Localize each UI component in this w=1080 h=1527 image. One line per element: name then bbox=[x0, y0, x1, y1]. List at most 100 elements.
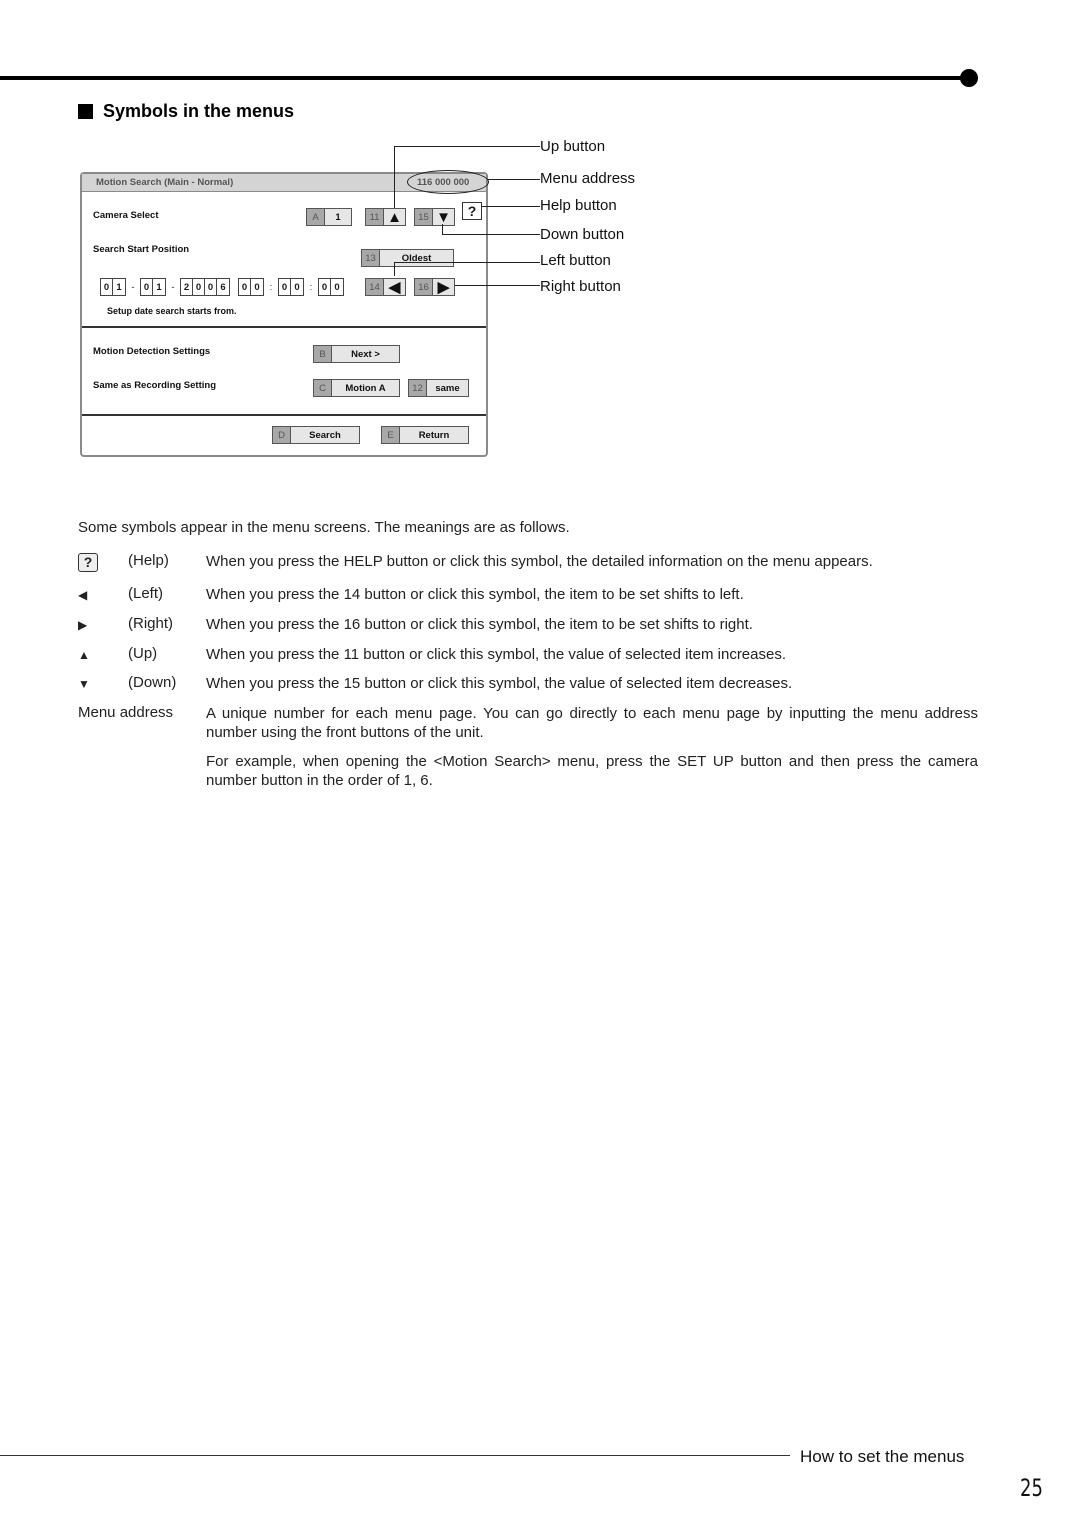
hour-field[interactable]: 00 bbox=[238, 278, 264, 296]
digit: 0 bbox=[334, 281, 340, 293]
search-start-button[interactable]: 13 Oldest bbox=[361, 249, 454, 267]
button-value: Return bbox=[418, 429, 450, 441]
symbol-description: When you press the 11 button or click th… bbox=[206, 646, 787, 663]
button-key: A bbox=[307, 209, 325, 225]
help-icon: ? bbox=[78, 552, 100, 572]
section-title: Symbols in the menus bbox=[103, 101, 295, 121]
button-value: 1 bbox=[335, 211, 341, 223]
top-rule-dot bbox=[960, 69, 978, 87]
callout-line-up bbox=[394, 146, 540, 147]
down-button[interactable]: 15 ▼ bbox=[414, 208, 455, 226]
menu-title: Motion Search (Main - Normal) bbox=[96, 177, 234, 188]
year-field[interactable]: 2006 bbox=[180, 278, 230, 296]
digit: 0 bbox=[193, 279, 205, 295]
down-triangle-icon: ▼ bbox=[78, 677, 90, 691]
callout-line-down bbox=[442, 224, 443, 234]
right-button[interactable]: 16 ▶ bbox=[414, 278, 455, 296]
motion-detection-label: Motion Detection Settings bbox=[93, 346, 211, 357]
button-value: Oldest bbox=[401, 252, 432, 264]
left-arrow-icon: ◀ bbox=[388, 279, 401, 296]
callout-menu-address: Menu address bbox=[540, 170, 636, 187]
up-arrow-icon: ▲ bbox=[387, 208, 402, 226]
menu-divider bbox=[82, 326, 486, 328]
callout-up-button: Up button bbox=[540, 138, 606, 155]
callout-right-button: Right button bbox=[540, 278, 621, 295]
down-arrow-icon: ▼ bbox=[436, 208, 451, 226]
symbol-name: (Left) bbox=[128, 585, 164, 602]
separator: - bbox=[131, 281, 135, 293]
menu-divider bbox=[82, 414, 486, 416]
search-start-label: Search Start Position bbox=[93, 244, 190, 255]
menu-title-bar: Motion Search (Main - Normal) 116 000 00… bbox=[82, 170, 489, 194]
digit: 0 bbox=[239, 279, 251, 295]
digit: 6 bbox=[220, 281, 226, 293]
callout-line-help bbox=[481, 206, 540, 207]
search-button[interactable]: D Search bbox=[272, 426, 360, 444]
button-key: B bbox=[314, 346, 332, 362]
separator: : bbox=[269, 281, 273, 293]
left-triangle-icon: ◀ bbox=[78, 588, 88, 602]
button-key: 15 bbox=[415, 209, 433, 225]
date-time-field[interactable]: 01 - 01 - 2006 00 : 00 : 00 bbox=[100, 278, 344, 296]
button-value: Motion A bbox=[345, 382, 386, 394]
button-key: 14 bbox=[366, 279, 384, 295]
digit: 0 bbox=[294, 281, 300, 293]
footer-rule bbox=[0, 1455, 790, 1456]
button-key: 16 bbox=[415, 279, 433, 295]
symbol-description: When you press the HELP button or click … bbox=[206, 553, 873, 570]
callout-left-button: Left button bbox=[540, 252, 611, 269]
symbol-description: A unique number for each menu page. You … bbox=[206, 705, 978, 741]
return-button[interactable]: E Return bbox=[381, 426, 469, 444]
digit: 0 bbox=[141, 279, 153, 295]
button-key: 13 bbox=[362, 250, 380, 266]
digit: 0 bbox=[279, 279, 291, 295]
button-key: E bbox=[382, 427, 400, 443]
menu-screen-illustration: Motion Search (Main - Normal) 116 000 00… bbox=[80, 170, 489, 457]
callout-help-button: Help button bbox=[540, 197, 617, 214]
callout-line-right bbox=[455, 285, 540, 286]
symbol-description: When you press the 16 button or click th… bbox=[206, 616, 753, 633]
up-button[interactable]: 11 ▲ bbox=[365, 208, 406, 226]
button-key: 12 bbox=[409, 380, 427, 396]
camera-select-label: Camera Select bbox=[93, 210, 159, 221]
digit: 1 bbox=[116, 281, 122, 293]
help-button[interactable]: ? bbox=[462, 202, 482, 220]
digit: 0 bbox=[254, 281, 260, 293]
date-hint: Setup date search starts from. bbox=[107, 306, 237, 316]
second-field[interactable]: 00 bbox=[318, 278, 344, 296]
callout-line-down bbox=[442, 234, 540, 235]
digit: 0 bbox=[319, 279, 331, 295]
up-triangle-icon: ▲ bbox=[78, 648, 90, 662]
motion-select-button[interactable]: C Motion A bbox=[313, 379, 400, 397]
digit: 0 bbox=[205, 279, 217, 295]
button-key: D bbox=[273, 427, 291, 443]
menu-address-highlight bbox=[407, 170, 489, 194]
same-button[interactable]: 12 same bbox=[408, 379, 469, 397]
callout-line-left bbox=[394, 262, 395, 276]
right-triangle-icon: ▶ bbox=[78, 618, 88, 632]
top-rule bbox=[0, 76, 968, 80]
symbol-name: (Right) bbox=[128, 615, 174, 632]
page-number: 25 bbox=[1020, 1474, 1043, 1502]
left-button[interactable]: 14 ◀ bbox=[365, 278, 406, 296]
digit: 0 bbox=[101, 279, 113, 295]
button-key: 11 bbox=[366, 209, 384, 225]
symbol-name: (Down) bbox=[128, 674, 177, 691]
square-bullet-icon bbox=[78, 104, 93, 119]
minute-field[interactable]: 00 bbox=[278, 278, 304, 296]
button-value: Search bbox=[309, 429, 341, 441]
digit: 1 bbox=[156, 281, 162, 293]
right-arrow-icon: ▶ bbox=[437, 279, 450, 296]
day-field[interactable]: 01 bbox=[100, 278, 126, 296]
camera-select-button[interactable]: A 1 bbox=[306, 208, 352, 226]
callout-line-up bbox=[394, 146, 395, 208]
motion-detection-next-button[interactable]: B Next > bbox=[313, 345, 400, 363]
section-heading: Symbols in the menus bbox=[78, 101, 294, 122]
separator: : bbox=[309, 281, 313, 293]
footer-section-title: How to set the menus bbox=[800, 1447, 965, 1466]
month-field[interactable]: 01 bbox=[140, 278, 166, 296]
callout-line-left bbox=[394, 262, 540, 263]
symbol-name: (Up) bbox=[128, 645, 158, 662]
callout-line-address bbox=[487, 179, 540, 180]
example-paragraph: For example, when opening the <Motion Se… bbox=[206, 753, 978, 789]
